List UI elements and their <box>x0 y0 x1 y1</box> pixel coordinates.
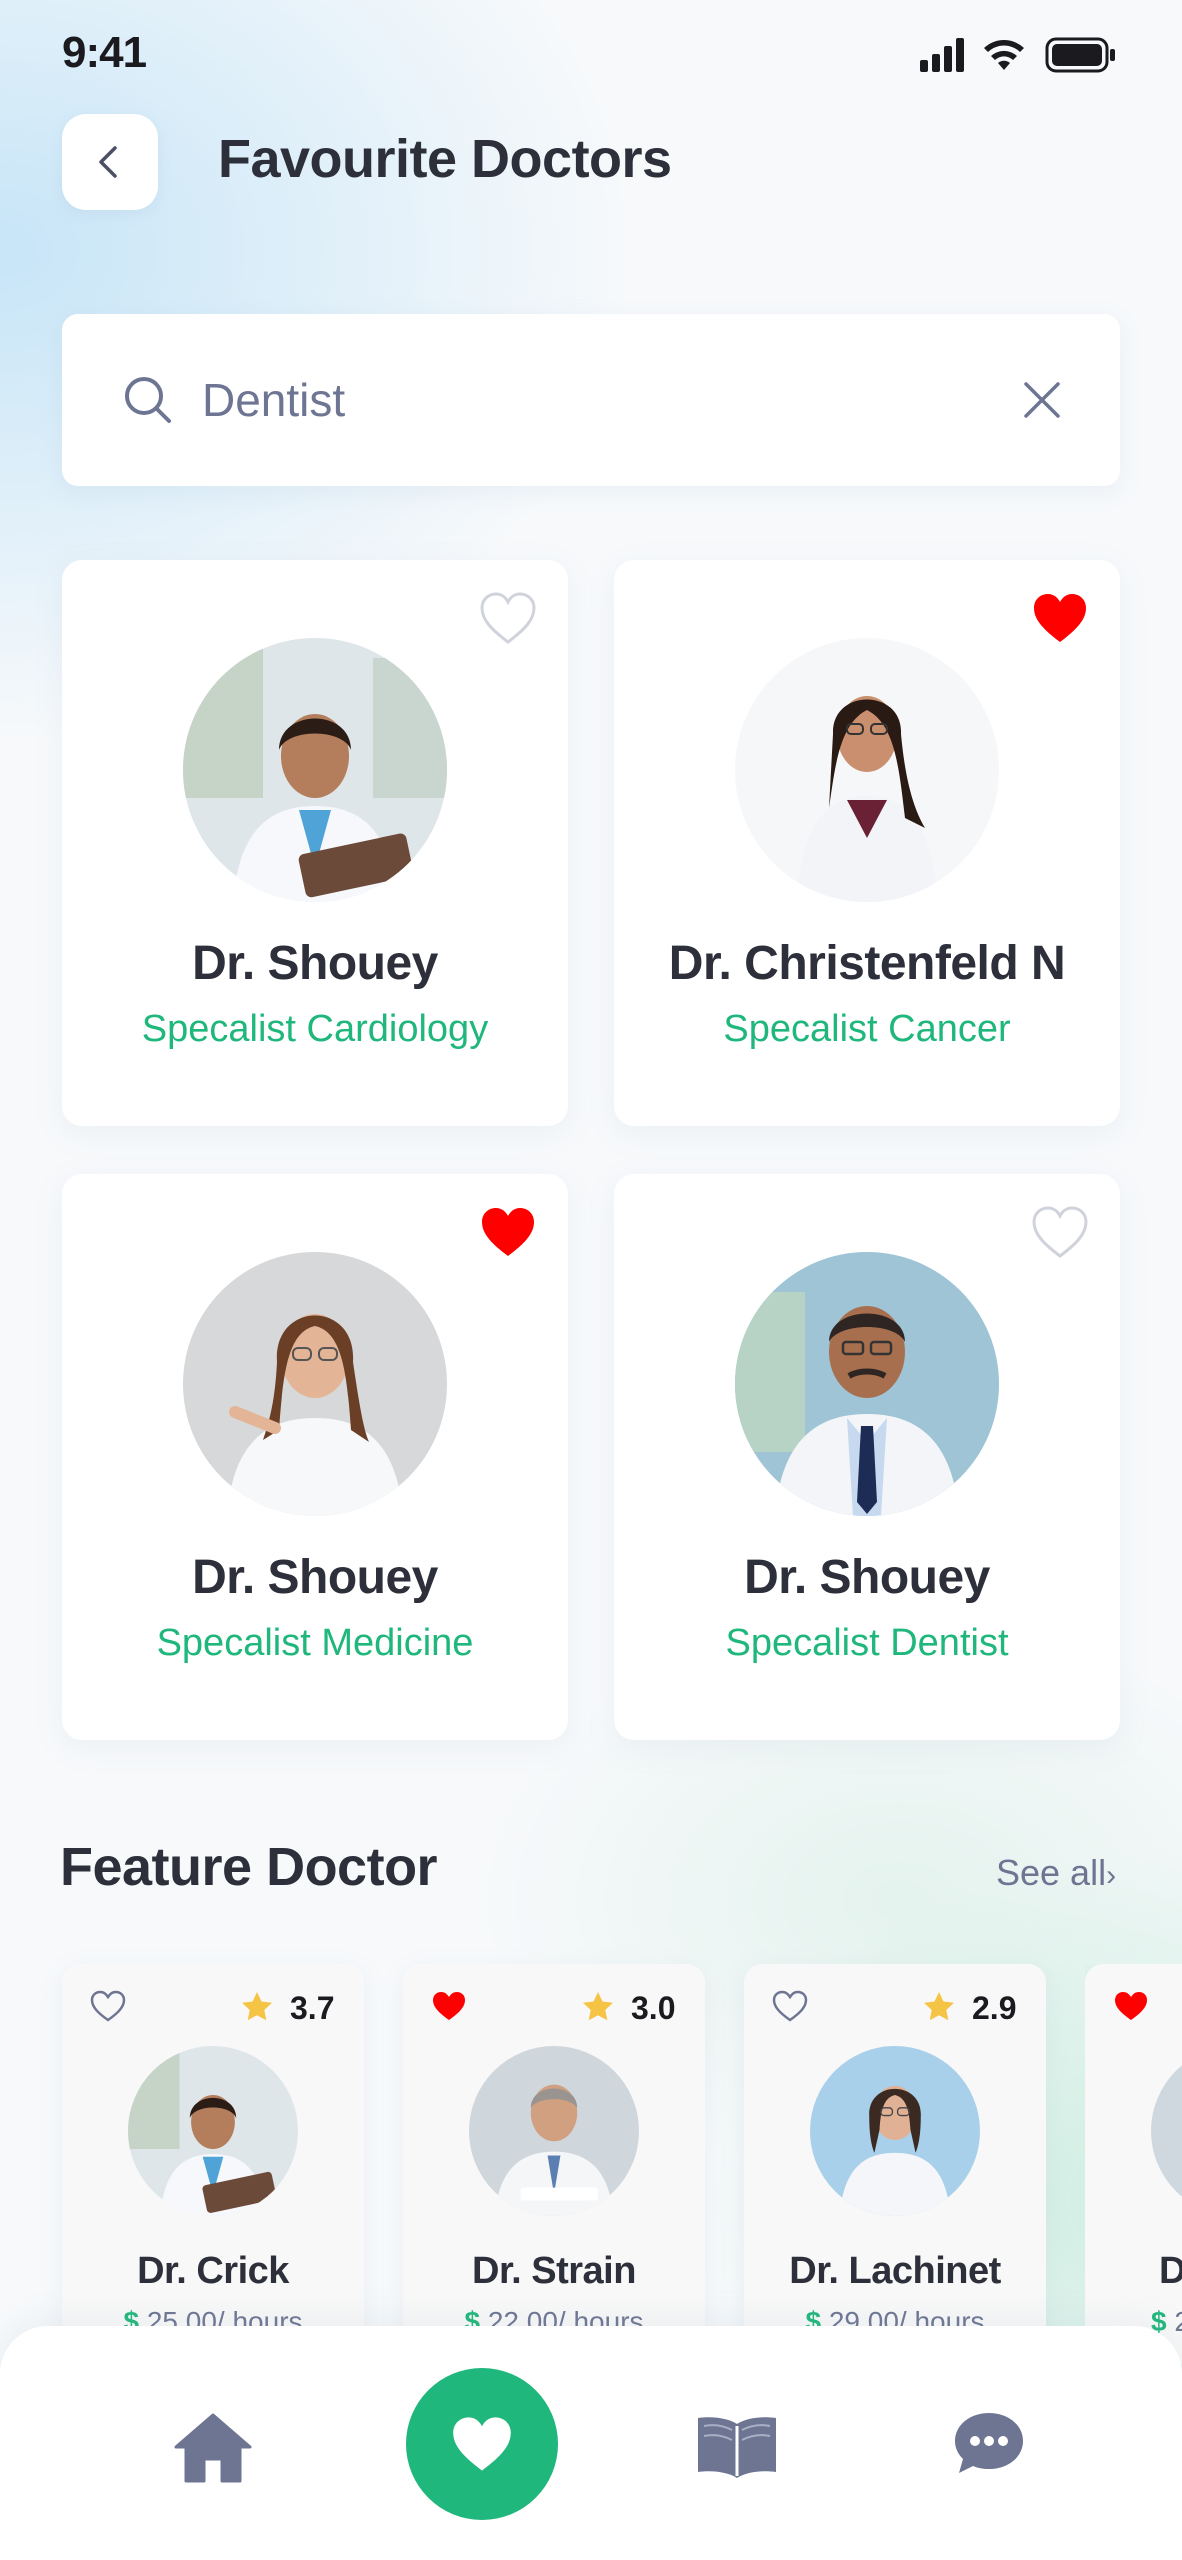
search-input[interactable] <box>202 360 1002 440</box>
bottom-nav <box>0 2326 1182 2560</box>
doctor-name: D <box>1159 2250 1182 2292</box>
doctor-card[interactable]: Dr. Shouey Specalist Medicine <box>62 1174 568 1740</box>
nav-library-button[interactable] <box>692 2406 782 2488</box>
doctor-name: Dr. Crick <box>137 2250 289 2292</box>
feature-doctor-card[interactable]: D $ 2 <box>1085 1964 1182 2364</box>
heart-filled-icon[interactable] <box>431 1990 467 2022</box>
doctor-name: Dr. Shouey <box>192 1551 438 1604</box>
heart-filled-icon[interactable] <box>478 1204 538 1260</box>
rating-value: 2.9 <box>972 1990 1017 2026</box>
search-bar <box>62 314 1120 486</box>
section-title: Feature Doctor <box>60 1837 438 1897</box>
doctor-photo <box>810 2046 980 2216</box>
status-time: 9:41 <box>62 28 147 77</box>
heart-filled-icon[interactable] <box>1113 1990 1149 2022</box>
doctor-name: Dr. Shouey <box>744 1551 990 1604</box>
star-icon <box>924 1992 954 2021</box>
doctor-card[interactable]: Dr. Christenfeld N Specalist Cancer <box>614 560 1120 1126</box>
doctor-name: Dr. Shouey <box>192 937 438 990</box>
chat-icon <box>955 2413 1023 2473</box>
home-icon <box>174 2413 252 2483</box>
doctor-specialty: Specalist Dentist <box>725 1622 1009 1664</box>
doctor-name: Dr. Lachinet <box>789 2250 1001 2292</box>
signal-icon <box>920 38 964 72</box>
see-all-label: See all <box>996 1852 1107 1893</box>
star-icon <box>583 1992 613 2021</box>
heart-outline-icon[interactable] <box>90 1990 126 2022</box>
doctor-photo <box>183 1252 447 1516</box>
price-value: 2 <box>1174 2306 1182 2337</box>
search-icon <box>125 377 171 423</box>
doctor-specialty: Specalist Medicine <box>156 1622 474 1664</box>
heart-icon <box>453 2417 511 2471</box>
doctor-photo <box>1151 2046 1182 2216</box>
doctor-specialty: Specalist Cancer <box>723 1008 1011 1050</box>
feature-doctor-card[interactable]: 3.7 Dr. Crick $ 25.00/ hours <box>62 1964 364 2364</box>
heart-filled-icon[interactable] <box>1030 590 1090 646</box>
doctor-photo <box>735 1252 999 1516</box>
chevron-left-icon <box>99 146 117 178</box>
star-icon <box>242 1992 272 2021</box>
book-icon <box>698 2417 776 2478</box>
doctor-photo <box>469 2046 639 2216</box>
doctor-card[interactable]: Dr. Shouey Specalist Dentist <box>614 1174 1120 1740</box>
nav-home-button[interactable] <box>172 2406 254 2488</box>
battery-icon <box>1045 37 1115 73</box>
see-all-link[interactable]: See all› <box>996 1852 1116 1894</box>
back-button[interactable] <box>62 114 158 210</box>
doctor-specialty: Specalist Cardiology <box>141 1008 489 1050</box>
doctor-photo <box>735 638 999 902</box>
rating-value: 3.0 <box>631 1990 676 2026</box>
rating-value: 3.7 <box>290 1990 335 2026</box>
doctor-photo <box>183 638 447 902</box>
doctor-photo <box>128 2046 298 2216</box>
wifi-icon <box>984 40 1024 70</box>
doctor-card[interactable]: Dr. Shouey Specalist Cardiology <box>62 560 568 1126</box>
heart-outline-icon[interactable] <box>772 1990 808 2022</box>
nav-messages-button[interactable] <box>952 2406 1026 2480</box>
feature-doctor-card[interactable]: 3.0 Dr. Strain $ 22.00/ hours <box>403 1964 705 2364</box>
feature-doctor-card[interactable]: 2.9 Dr. Lachinet $ 29.00/ hours <box>744 1964 1046 2364</box>
close-icon[interactable] <box>1014 372 1070 428</box>
feature-card-clip: D $ 2 <box>1085 1964 1182 2364</box>
status-icons <box>918 34 1118 74</box>
nav-favourites-button[interactable] <box>406 2368 558 2520</box>
doctor-name: Dr. Strain <box>472 2250 636 2292</box>
chevron-right-icon: › <box>1106 1859 1117 1892</box>
heart-outline-icon[interactable] <box>1030 1204 1090 1260</box>
page-title: Favourite Doctors <box>218 129 672 189</box>
heart-outline-icon[interactable] <box>478 590 538 646</box>
doctor-name: Dr. Christenfeld N <box>668 937 1066 990</box>
